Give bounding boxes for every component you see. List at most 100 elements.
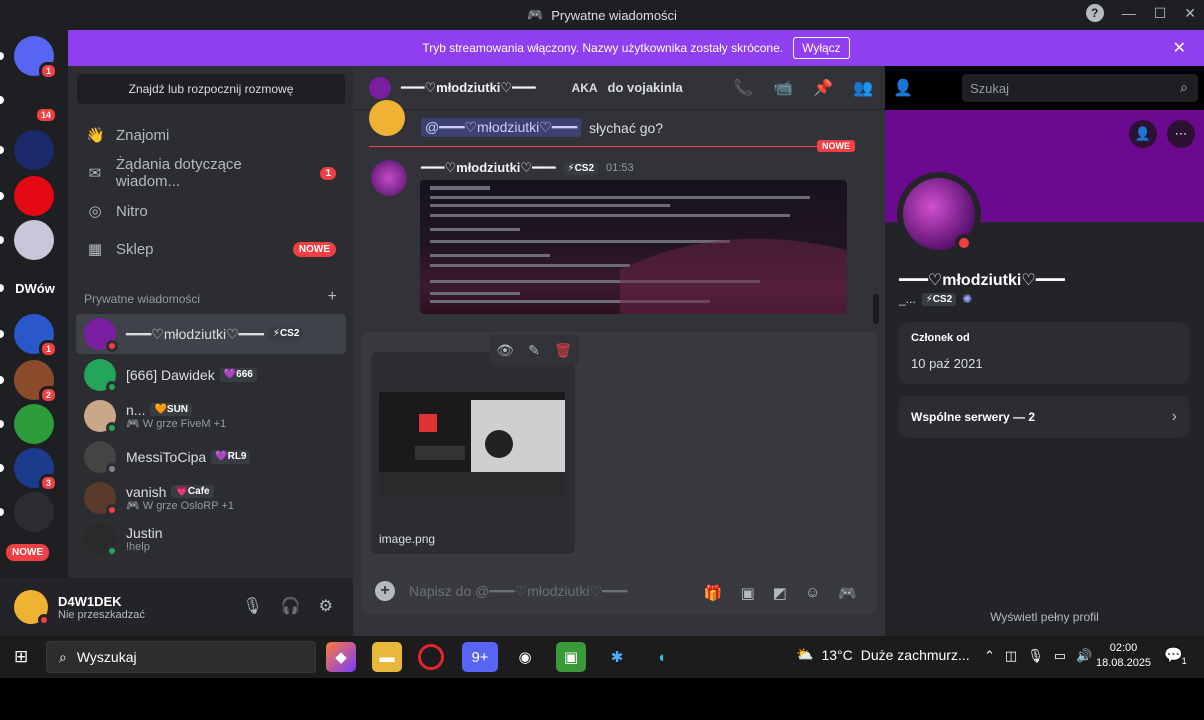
server-icon-server-wood[interactable]: 2 bbox=[14, 360, 58, 404]
tray-volume-icon[interactable]: 🔊 bbox=[1076, 648, 1092, 664]
tray-camera-icon[interactable]: ◫ bbox=[1005, 648, 1017, 664]
server-icon-server-dwow[interactable]: DWów bbox=[10, 268, 60, 308]
eye-icon[interactable]: 👁 bbox=[496, 342, 514, 359]
profile-more-icon[interactable]: ⋯ bbox=[1167, 120, 1195, 148]
tray-chevron-up-icon[interactable]: ⌃ bbox=[984, 648, 995, 664]
help-icon[interactable]: ? bbox=[1085, 4, 1104, 22]
chat-scrollbar[interactable] bbox=[873, 294, 879, 324]
rail-new-badge[interactable]: NOWE bbox=[6, 544, 50, 561]
dm-item[interactable]: n... 🧡SUN 🎮 W grze FiveM +1 bbox=[76, 396, 346, 436]
server-icon-server-blue[interactable]: 1 bbox=[14, 314, 58, 358]
weather-temp: 13°C bbox=[821, 646, 853, 663]
microphone-icon[interactable]: 🎙 bbox=[242, 596, 262, 616]
msg-guild-tag: ⚡CS2 bbox=[563, 161, 599, 175]
add-friends-icon[interactable]: 👥 bbox=[853, 78, 873, 98]
headphones-icon[interactable]: 🎧 bbox=[281, 596, 301, 616]
dm-item[interactable]: vanish 💗Cafe 🎮 W grze OsloRP +1 bbox=[76, 478, 346, 518]
windows-start-icon[interactable]: ⊞ bbox=[14, 647, 28, 667]
pin-icon[interactable]: 📌 bbox=[813, 78, 833, 98]
prev-mention[interactable]: @━━━♡młodziutki♡━━━ bbox=[421, 118, 582, 137]
gift-icon[interactable]: 🎁 bbox=[704, 584, 723, 602]
settings-gear-icon[interactable]: ⚙ bbox=[319, 596, 333, 616]
nav-friends[interactable]: 👋 Znajomi bbox=[76, 118, 346, 152]
msg-avatar[interactable] bbox=[371, 160, 407, 196]
create-dm-icon[interactable]: + bbox=[328, 288, 337, 306]
video-call-icon[interactable]: 📹 bbox=[773, 78, 793, 98]
tray-mic-icon[interactable]: 🎙 bbox=[1027, 648, 1044, 664]
server-icon-server-anime[interactable] bbox=[14, 220, 54, 260]
user-panel: D4W1DEK Nie przeszkadzać 🎙 🎧 ⚙ bbox=[0, 578, 353, 636]
gif-icon[interactable]: ▣ bbox=[741, 584, 755, 602]
server-icon-server-nfc[interactable]: 3 bbox=[14, 448, 58, 492]
close-banner-icon[interactable]: ✕ bbox=[1173, 38, 1186, 58]
discord-taskbar-icon[interactable]: 9+ bbox=[462, 642, 498, 672]
pencil-icon[interactable]: ✎ bbox=[528, 342, 540, 359]
server-icon-bell[interactable]: 14 bbox=[14, 80, 58, 124]
search-input[interactable] bbox=[962, 74, 1198, 102]
nav-shop[interactable]: ▦ Sklep NOWE bbox=[76, 232, 346, 266]
notifications-icon[interactable]: 💬 1 bbox=[1164, 646, 1187, 666]
nav-nitro[interactable]: ◎ Nitro bbox=[76, 194, 346, 228]
server-icon-server-robot[interactable] bbox=[14, 492, 54, 532]
dm-text: vanish 💗Cafe 🎮 W grze OsloRP +1 bbox=[126, 484, 234, 513]
sticker-icon[interactable]: ◩ bbox=[773, 584, 787, 602]
banner-text: Tryb streamowania włączony. Nazwy użytko… bbox=[422, 41, 784, 55]
letterbox bbox=[0, 678, 1204, 720]
dm-name: [666] Dawidek bbox=[126, 366, 215, 383]
msg-author[interactable]: ━━━♡młodziutki♡━━━ bbox=[421, 160, 556, 176]
opera-app-icon[interactable] bbox=[418, 644, 444, 670]
voice-call-icon[interactable]: 📞 bbox=[733, 78, 753, 98]
nav-message-requests[interactable]: ✉ Żądania dotyczące wiadom... 1 bbox=[76, 156, 346, 190]
message-image[interactable] bbox=[420, 180, 847, 314]
emoji-icon[interactable]: ☺ bbox=[805, 584, 820, 602]
taskbar-clock[interactable]: 02:00 18.08.2025 bbox=[1096, 641, 1151, 672]
android-app-icon[interactable]: ▣ bbox=[556, 642, 586, 672]
presence-status-icon bbox=[106, 545, 118, 557]
clock-time: 02:00 bbox=[1109, 642, 1138, 654]
mutual-servers-card[interactable]: Wspólne serwery — 2 › bbox=[899, 396, 1189, 438]
copilot-app-icon[interactable]: ◆ bbox=[326, 642, 356, 672]
dm-item[interactable]: [666] Dawidek 💜666 bbox=[76, 355, 346, 395]
dm-item[interactable]: Justin !help bbox=[76, 519, 346, 559]
user-profile-icon[interactable]: 👤 bbox=[893, 78, 913, 98]
taskbar-search[interactable]: ⌕ Wyszukaj bbox=[46, 641, 316, 673]
dm-activity: 🎮 W grze OsloRP +1 bbox=[126, 499, 234, 512]
nav-requests-label: Żądania dotyczące wiadom... bbox=[115, 156, 242, 190]
dm-avatar bbox=[84, 441, 118, 475]
minimize-button[interactable]: — bbox=[1122, 5, 1136, 21]
obs-app-icon[interactable]: ◉ bbox=[510, 642, 540, 672]
profile-friend-icon[interactable]: 👤 bbox=[1129, 120, 1157, 148]
trash-icon[interactable]: 🗑 bbox=[554, 342, 572, 359]
tray-network-icon[interactable]: ▭ bbox=[1054, 648, 1066, 664]
dm-item[interactable]: ━━━♡młodziutki♡━━━ ⚡CS2 bbox=[76, 314, 346, 354]
message-input[interactable] bbox=[409, 583, 669, 599]
nitro-icon: ◎ bbox=[88, 203, 102, 220]
new-messages-tag: NOWE bbox=[817, 140, 855, 152]
view-full-profile-link[interactable]: Wyświetl pełny profil bbox=[885, 610, 1204, 624]
find-conversation-button[interactable]: Znajdź lub rozpocznij rozmowę bbox=[77, 74, 345, 104]
add-attachment-icon[interactable]: + bbox=[375, 581, 395, 601]
apps-icon[interactable]: 🎮 bbox=[838, 584, 857, 602]
dm-item[interactable]: MessiToCipa 💜RL9 bbox=[76, 437, 346, 477]
weather-widget[interactable]: ⛅ 13°C Duże zachmurz... bbox=[796, 646, 970, 663]
header-avatar bbox=[369, 76, 391, 99]
server-icon-discord-home[interactable]: 1 bbox=[14, 36, 58, 80]
disable-streamer-button[interactable]: Wyłącz bbox=[793, 37, 850, 59]
app-blue-icon[interactable]: ✱ bbox=[602, 642, 632, 672]
dm-text: n... 🧡SUN 🎮 W grze FiveM +1 bbox=[126, 402, 226, 431]
dm-name-row: n... 🧡SUN bbox=[126, 402, 226, 418]
edge-browser-icon[interactable]: ◐ bbox=[648, 642, 678, 672]
maximize-button[interactable]: ☐ bbox=[1154, 5, 1167, 22]
unread-pill bbox=[0, 96, 4, 104]
attachment-thumbnail[interactable] bbox=[379, 392, 565, 496]
header-username[interactable]: ━━━♡młodziutki♡━━━ bbox=[401, 80, 536, 96]
server-icon-server-netflix[interactable] bbox=[14, 176, 54, 216]
server-icon-server-e[interactable] bbox=[14, 404, 54, 444]
chat-area: ━━━♡młodziutki♡━━━ AKA do vojakinla 📞 📹 … bbox=[353, 66, 913, 636]
weather-cloud-icon: ⛅ bbox=[796, 646, 814, 662]
profile-panel: 👤 ⋯ ━━━♡młodziutki♡━━━ _... ⚡CS2 ✺ Człon… bbox=[885, 110, 1204, 636]
close-button[interactable]: ✕ bbox=[1184, 5, 1196, 22]
server-icon-server-shop[interactable] bbox=[14, 130, 54, 170]
user-avatar[interactable] bbox=[14, 590, 50, 626]
file-explorer-icon[interactable]: ▬ bbox=[372, 642, 402, 672]
